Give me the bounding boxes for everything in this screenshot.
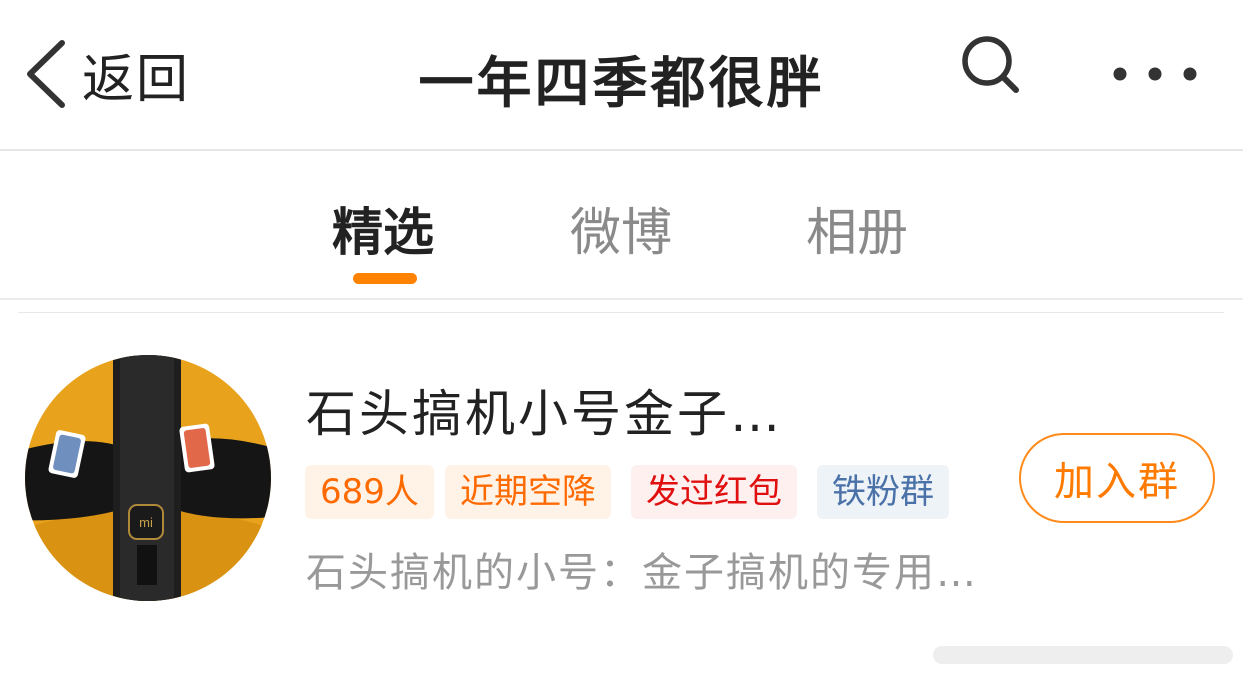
tab-divider [0,298,1243,300]
tab-weibo[interactable]: 微博 [570,191,672,265]
watermark [933,646,1233,664]
group-description: 石头搞机的小号：金子搞机的专用… [306,550,978,596]
active-tab-indicator [353,273,417,284]
group-avatar[interactable]: mi [25,355,271,601]
tab-featured[interactable]: 精选 [332,191,434,265]
top-bar: 返回 一年四季都很胖 [0,0,1243,150]
join-group-button[interactable]: 加入群 [1019,433,1215,523]
group-name[interactable]: 石头搞机小号金子… [306,374,783,446]
member-count-badge: 689人 [305,465,434,519]
list-divider [18,312,1224,313]
tab-bar: 精选 微博 相册 [0,151,1243,299]
search-icon[interactable] [958,32,1024,98]
page-title: 一年四季都很胖 [418,51,825,115]
red-packet-badge: 发过红包 [631,465,797,519]
more-dots-icon[interactable] [1110,60,1200,88]
avatar-image: mi [25,355,271,601]
fan-group-badge: 铁粉群 [817,465,949,519]
recently-airdropped-badge: 近期空降 [445,465,611,519]
svg-text:mi: mi [139,515,153,530]
tab-album[interactable]: 相册 [806,191,908,265]
